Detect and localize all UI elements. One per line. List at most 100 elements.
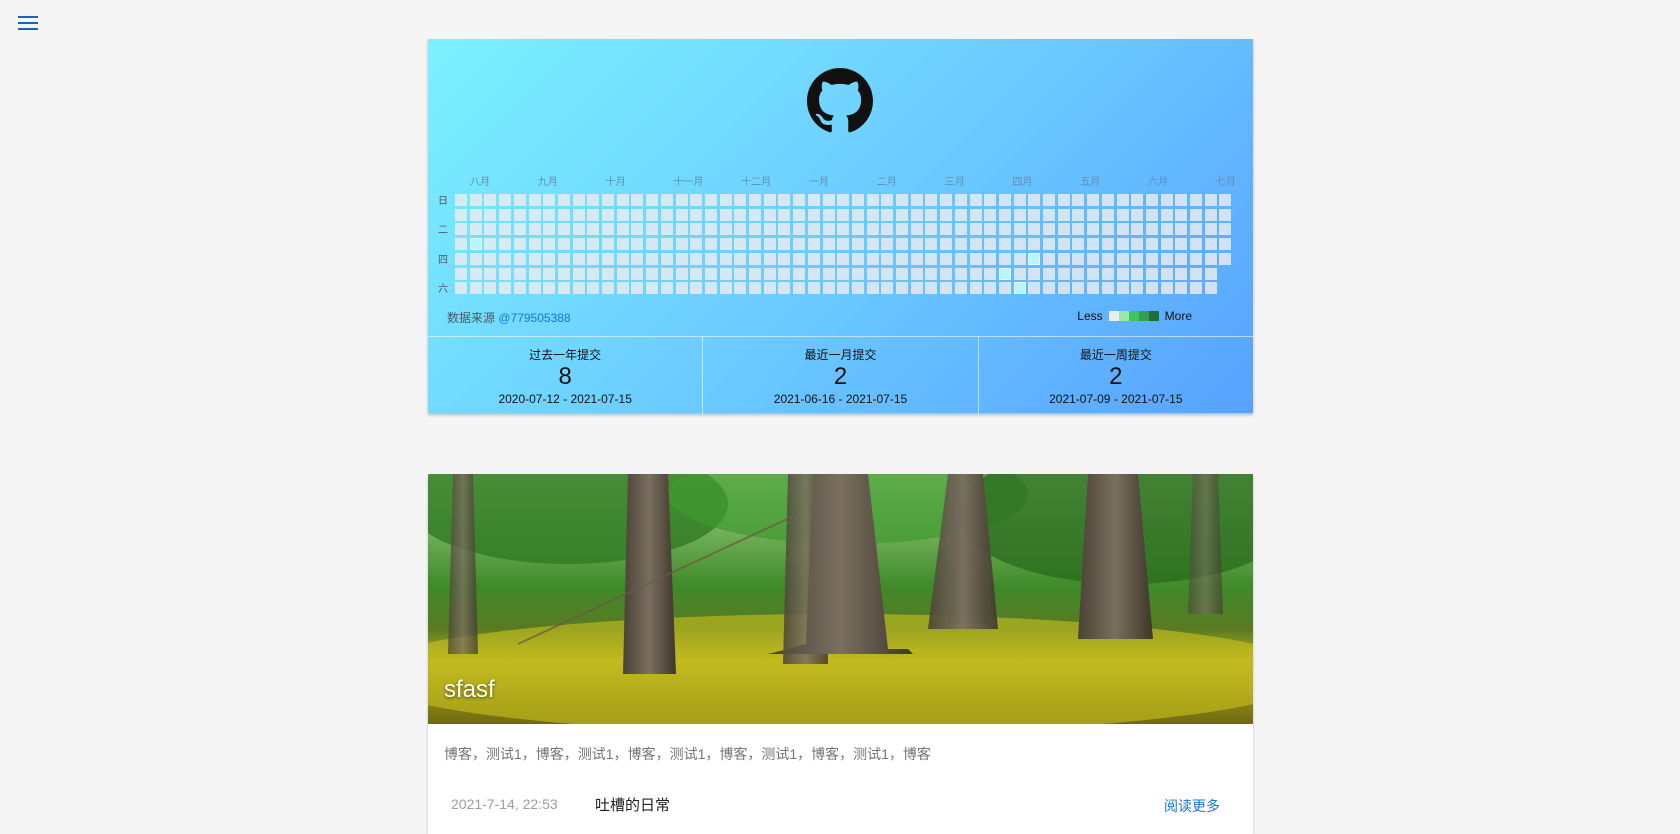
contribution-cell[interactable]	[631, 252, 644, 265]
contribution-cell[interactable]	[749, 223, 761, 236]
contribution-cell[interactable]	[690, 194, 703, 206]
contribution-cell[interactable]	[675, 238, 688, 251]
contribution-cell[interactable]	[646, 252, 659, 265]
contribution-cell[interactable]	[455, 252, 467, 265]
contribution-cell[interactable]	[984, 208, 997, 221]
contribution-cell[interactable]	[866, 238, 879, 251]
contribution-cell[interactable]	[881, 194, 894, 206]
contribution-cell[interactable]	[896, 208, 908, 221]
contribution-cell[interactable]	[719, 208, 732, 221]
contribution-cell[interactable]	[557, 223, 570, 236]
contribution-cell[interactable]	[896, 194, 908, 206]
contribution-cell[interactable]	[1160, 194, 1173, 206]
contribution-cell[interactable]	[557, 267, 570, 280]
contribution-cell[interactable]	[572, 267, 585, 280]
contribution-cell[interactable]	[660, 252, 673, 265]
contribution-cell[interactable]	[969, 238, 982, 251]
contribution-cell[interactable]	[837, 208, 850, 221]
contribution-cell[interactable]	[602, 238, 614, 251]
contribution-cell[interactable]	[1072, 238, 1085, 251]
contribution-cell[interactable]	[469, 252, 482, 265]
contribution-cell[interactable]	[528, 267, 541, 280]
contribution-cell[interactable]	[910, 238, 923, 251]
contribution-cell[interactable]	[719, 238, 732, 251]
contribution-cell[interactable]	[660, 238, 673, 251]
contribution-cell[interactable]	[602, 223, 614, 236]
contribution-cell[interactable]	[910, 208, 923, 221]
contribution-cell[interactable]	[646, 267, 659, 280]
contribution-cell[interactable]	[528, 252, 541, 265]
contribution-cell[interactable]	[1145, 194, 1158, 206]
contribution-cell[interactable]	[1101, 238, 1114, 251]
contribution-cell[interactable]	[881, 267, 894, 280]
contribution-cell[interactable]	[896, 238, 908, 251]
contribution-cell[interactable]	[1204, 282, 1217, 295]
contribution-cell[interactable]	[851, 223, 864, 236]
contribution-cell[interactable]	[557, 282, 570, 295]
contribution-cell[interactable]	[660, 223, 673, 236]
contribution-cell[interactable]	[646, 208, 659, 221]
contribution-cell[interactable]	[616, 208, 629, 221]
contribution-cell[interactable]	[1175, 208, 1188, 221]
post-card[interactable]: sfasf 博客，测试1，博客，测试1，博客，测试1，博客，测试1，博客，测试1…	[428, 474, 1253, 834]
contribution-cell[interactable]	[1175, 238, 1188, 251]
contribution-cell[interactable]	[1204, 252, 1217, 265]
contribution-cell[interactable]	[925, 238, 938, 251]
contribution-cell[interactable]	[543, 252, 556, 265]
contribution-cell[interactable]	[734, 194, 747, 206]
contribution-cell[interactable]	[1057, 194, 1070, 206]
contribution-cell[interactable]	[557, 194, 570, 206]
contribution-cell[interactable]	[455, 267, 467, 280]
contribution-cell[interactable]	[499, 282, 512, 295]
contribution-cell[interactable]	[719, 252, 732, 265]
contribution-cell[interactable]	[719, 267, 732, 280]
contribution-cell[interactable]	[1160, 267, 1173, 280]
contribution-cell[interactable]	[851, 208, 864, 221]
contribution-cell[interactable]	[778, 252, 791, 265]
contribution-cell[interactable]	[1131, 208, 1144, 221]
contribution-cell[interactable]	[807, 282, 820, 295]
contribution-cell[interactable]	[1190, 267, 1202, 280]
contribution-cell[interactable]	[499, 267, 512, 280]
contribution-cell[interactable]	[969, 208, 982, 221]
contribution-cell[interactable]	[1043, 282, 1055, 295]
contribution-cell[interactable]	[1028, 252, 1041, 265]
contribution-cell[interactable]	[896, 252, 908, 265]
contribution-cell[interactable]	[1013, 238, 1026, 251]
contribution-cell[interactable]	[1190, 194, 1202, 206]
contribution-cell[interactable]	[866, 252, 879, 265]
contribution-cell[interactable]	[896, 267, 908, 280]
contribution-cell[interactable]	[675, 194, 688, 206]
contribution-cell[interactable]	[1013, 252, 1026, 265]
contribution-cell[interactable]	[1116, 208, 1129, 221]
contribution-cell[interactable]	[675, 267, 688, 280]
post-category[interactable]: 吐槽的日常	[595, 794, 670, 815]
contribution-cell[interactable]	[1160, 223, 1173, 236]
contribution-cell[interactable]	[602, 208, 614, 221]
contribution-cell[interactable]	[616, 282, 629, 295]
contribution-cell[interactable]	[763, 252, 776, 265]
contribution-cell[interactable]	[690, 282, 703, 295]
contribution-cell[interactable]	[807, 208, 820, 221]
contribution-cell[interactable]	[631, 282, 644, 295]
contribution-cell[interactable]	[1160, 252, 1173, 265]
contribution-cell[interactable]	[587, 282, 600, 295]
contribution-cell[interactable]	[675, 208, 688, 221]
contribution-cell[interactable]	[896, 223, 908, 236]
contribution-cell[interactable]	[793, 282, 806, 295]
contribution-cell[interactable]	[954, 252, 967, 265]
contribution-cell[interactable]	[587, 194, 600, 206]
contribution-cell[interactable]	[513, 252, 526, 265]
contribution-cell[interactable]	[469, 194, 482, 206]
contribution-cell[interactable]	[1101, 194, 1114, 206]
contribution-cell[interactable]	[1175, 194, 1188, 206]
contribution-cell[interactable]	[998, 194, 1011, 206]
contribution-cell[interactable]	[1145, 223, 1158, 236]
contribution-cell[interactable]	[1160, 238, 1173, 251]
contribution-cell[interactable]	[1028, 282, 1041, 295]
contribution-cell[interactable]	[704, 208, 717, 221]
contribution-cell[interactable]	[837, 282, 850, 295]
contribution-cell[interactable]	[778, 223, 791, 236]
contribution-cell[interactable]	[1160, 282, 1173, 295]
contribution-cell[interactable]	[954, 238, 967, 251]
